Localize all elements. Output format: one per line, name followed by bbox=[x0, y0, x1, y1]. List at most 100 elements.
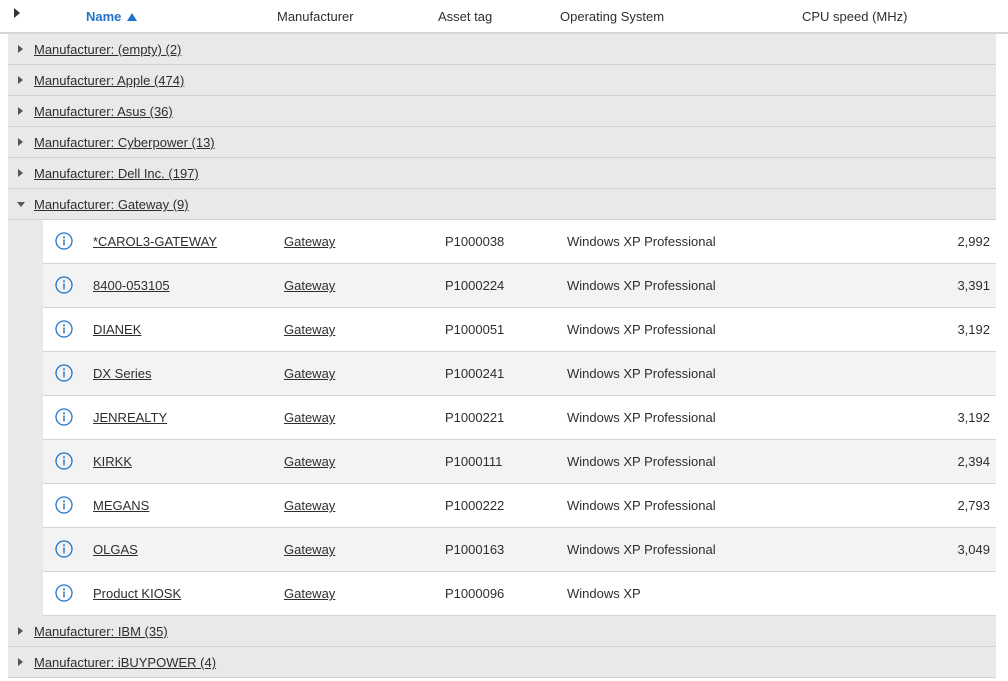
row-name-link[interactable]: 8400-053105 bbox=[93, 278, 170, 293]
table-row: DIANEK Gateway P1000051 Windows XP Profe… bbox=[8, 308, 996, 352]
group-label[interactable]: Manufacturer: Dell Inc. (197) bbox=[34, 166, 199, 181]
table-row: MEGANS Gateway P1000222 Windows XP Profe… bbox=[8, 484, 996, 528]
row-operating-system: Windows XP Professional bbox=[567, 542, 716, 557]
table-row: Product KIOSK Gateway P1000096 Windows X… bbox=[8, 572, 996, 616]
group-row-apple[interactable]: Manufacturer: Apple (474) bbox=[8, 65, 996, 96]
column-header-operating-system[interactable]: Operating System bbox=[560, 9, 664, 24]
group-label[interactable]: Manufacturer: (empty) (2) bbox=[34, 42, 181, 57]
row-name-link[interactable]: *CAROL3-GATEWAY bbox=[93, 234, 217, 249]
row-cpu-speed: 3,192 bbox=[957, 322, 990, 337]
chevron-right-icon[interactable] bbox=[18, 169, 23, 177]
column-header-asset-tag[interactable]: Asset tag bbox=[438, 9, 492, 24]
row-cpu-speed: 3,049 bbox=[957, 542, 990, 557]
row-asset-tag: P1000111 bbox=[445, 454, 503, 469]
row-gutter bbox=[8, 572, 43, 616]
sort-ascending-icon bbox=[127, 12, 138, 21]
column-header-name-label: Name bbox=[86, 9, 122, 24]
row-gutter bbox=[8, 528, 43, 572]
row-gutter bbox=[8, 220, 43, 264]
row-operating-system: Windows XP Professional bbox=[567, 410, 716, 425]
group-label[interactable]: Manufacturer: Asus (36) bbox=[34, 104, 173, 119]
row-manufacturer-link[interactable]: Gateway bbox=[284, 322, 335, 337]
row-cpu-speed: 2,992 bbox=[957, 234, 990, 249]
chevron-right-icon[interactable] bbox=[18, 658, 23, 666]
row-name-link[interactable]: DIANEK bbox=[93, 322, 141, 337]
group-row-empty[interactable]: Manufacturer: (empty) (2) bbox=[8, 34, 996, 65]
table-row: KIRKK Gateway P1000111 Windows XP Profes… bbox=[8, 440, 996, 484]
row-name-link[interactable]: KIRKK bbox=[93, 454, 132, 469]
row-manufacturer-link[interactable]: Gateway bbox=[284, 498, 335, 513]
row-name-link[interactable]: MEGANS bbox=[93, 498, 149, 513]
row-asset-tag: P1000038 bbox=[445, 234, 505, 249]
table-row: JENREALTY Gateway P1000221 Windows XP Pr… bbox=[8, 396, 996, 440]
info-circle-icon[interactable] bbox=[55, 364, 73, 382]
row-cpu-speed: 3,391 bbox=[957, 278, 990, 293]
row-name-link[interactable]: Product KIOSK bbox=[93, 586, 181, 601]
info-circle-icon[interactable] bbox=[55, 496, 73, 514]
group-label[interactable]: Manufacturer: Apple (474) bbox=[34, 73, 184, 88]
row-asset-tag: P1000221 bbox=[445, 410, 505, 425]
row-name-link[interactable]: JENREALTY bbox=[93, 410, 167, 425]
table-row: 8400-053105 Gateway P1000224 Windows XP … bbox=[8, 264, 996, 308]
info-circle-icon[interactable] bbox=[55, 320, 73, 338]
row-asset-tag: P1000224 bbox=[445, 278, 505, 293]
row-operating-system: Windows XP Professional bbox=[567, 366, 716, 381]
row-asset-tag: P1000096 bbox=[445, 586, 505, 601]
group-row-gateway[interactable]: Manufacturer: Gateway (9) bbox=[8, 189, 996, 220]
row-gutter bbox=[8, 352, 43, 396]
row-gutter bbox=[8, 308, 43, 352]
row-gutter bbox=[8, 440, 43, 484]
row-operating-system: Windows XP Professional bbox=[567, 234, 716, 249]
chevron-right-icon[interactable] bbox=[18, 138, 23, 146]
row-asset-tag: P1000241 bbox=[445, 366, 505, 381]
row-gutter bbox=[8, 396, 43, 440]
row-manufacturer-link[interactable]: Gateway bbox=[284, 586, 335, 601]
group-label[interactable]: Manufacturer: iBUYPOWER (4) bbox=[34, 655, 216, 670]
row-cpu-speed: 3,192 bbox=[957, 410, 990, 425]
row-asset-tag: P1000163 bbox=[445, 542, 505, 557]
table-row: OLGAS Gateway P1000163 Windows XP Profes… bbox=[8, 528, 996, 572]
row-manufacturer-link[interactable]: Gateway bbox=[284, 542, 335, 557]
group-row-ibuypower[interactable]: Manufacturer: iBUYPOWER (4) bbox=[8, 647, 996, 678]
table-row: *CAROL3-GATEWAY Gateway P1000038 Windows… bbox=[8, 220, 996, 264]
row-manufacturer-link[interactable]: Gateway bbox=[284, 278, 335, 293]
column-header-manufacturer[interactable]: Manufacturer bbox=[277, 9, 354, 24]
column-header-cpu-speed[interactable]: CPU speed (MHz) bbox=[802, 9, 907, 24]
table-row: DX Series Gateway P1000241 Windows XP Pr… bbox=[8, 352, 996, 396]
info-circle-icon[interactable] bbox=[55, 408, 73, 426]
row-asset-tag: P1000051 bbox=[445, 322, 505, 337]
group-row-cyberpower[interactable]: Manufacturer: Cyberpower (13) bbox=[8, 127, 996, 158]
info-circle-icon[interactable] bbox=[55, 232, 73, 250]
grouped-list: Manufacturer: (empty) (2) Manufacturer: … bbox=[8, 34, 996, 678]
group-label[interactable]: Manufacturer: Cyberpower (13) bbox=[34, 135, 215, 150]
chevron-right-icon[interactable] bbox=[18, 76, 23, 84]
chevron-right-icon[interactable] bbox=[18, 45, 23, 53]
row-manufacturer-link[interactable]: Gateway bbox=[284, 410, 335, 425]
row-gutter bbox=[8, 484, 43, 528]
row-manufacturer-link[interactable]: Gateway bbox=[284, 454, 335, 469]
chevron-down-icon[interactable] bbox=[17, 202, 25, 207]
row-name-link[interactable]: DX Series bbox=[93, 366, 152, 381]
chevron-right-icon[interactable] bbox=[18, 107, 23, 115]
row-manufacturer-link[interactable]: Gateway bbox=[284, 234, 335, 249]
row-operating-system: Windows XP Professional bbox=[567, 454, 716, 469]
row-operating-system: Windows XP bbox=[567, 586, 641, 601]
chevron-right-icon[interactable] bbox=[18, 627, 23, 635]
group-row-asus[interactable]: Manufacturer: Asus (36) bbox=[8, 96, 996, 127]
info-circle-icon[interactable] bbox=[55, 584, 73, 602]
column-header-name[interactable]: Name bbox=[86, 9, 138, 24]
group-label[interactable]: Manufacturer: IBM (35) bbox=[34, 624, 168, 639]
table-header: Name Manufacturer Asset tag Operating Sy… bbox=[0, 0, 1008, 34]
row-manufacturer-link[interactable]: Gateway bbox=[284, 366, 335, 381]
group-row-ibm[interactable]: Manufacturer: IBM (35) bbox=[8, 616, 996, 647]
info-circle-icon[interactable] bbox=[55, 452, 73, 470]
row-cpu-speed: 2,793 bbox=[957, 498, 990, 513]
info-circle-icon[interactable] bbox=[55, 276, 73, 294]
row-operating-system: Windows XP Professional bbox=[567, 322, 716, 337]
row-cpu-speed: 2,394 bbox=[957, 454, 990, 469]
row-name-link[interactable]: OLGAS bbox=[93, 542, 138, 557]
expand-all-icon[interactable] bbox=[14, 8, 20, 18]
info-circle-icon[interactable] bbox=[55, 540, 73, 558]
group-row-dell[interactable]: Manufacturer: Dell Inc. (197) bbox=[8, 158, 996, 189]
group-label[interactable]: Manufacturer: Gateway (9) bbox=[34, 197, 189, 212]
